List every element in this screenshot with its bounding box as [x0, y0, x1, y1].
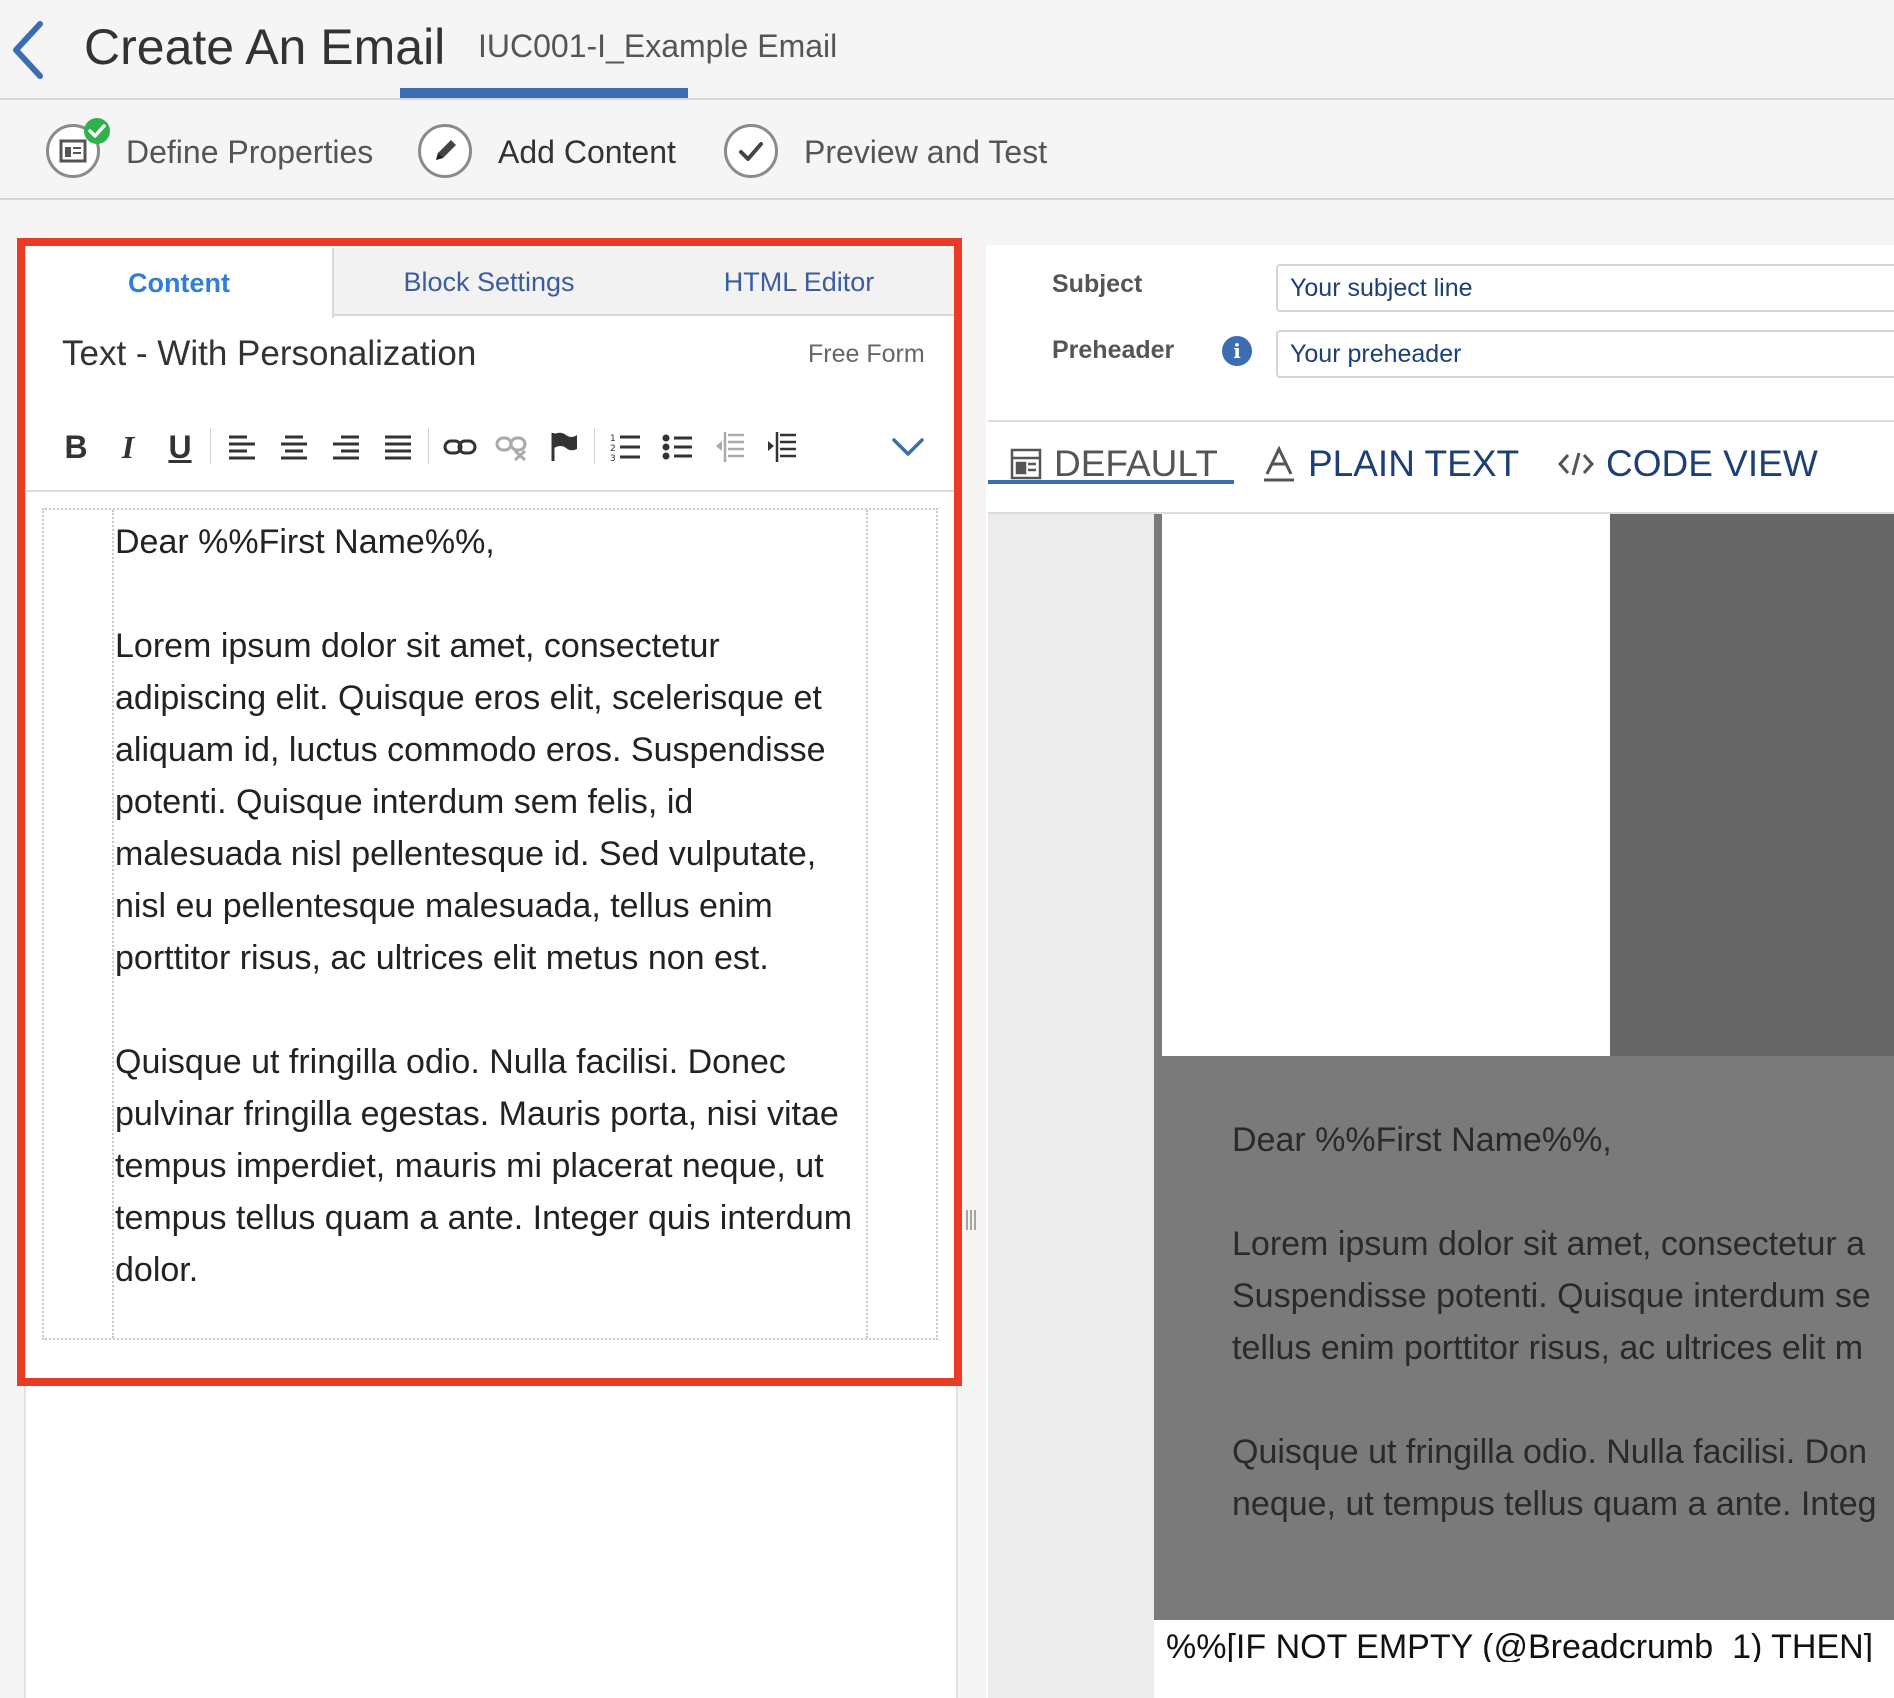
increase-indent-button[interactable] — [760, 422, 804, 472]
svg-text:1: 1 — [610, 434, 616, 444]
tab-plain-text[interactable]: PLAIN TEXT — [1262, 428, 1519, 500]
preview-dark-block — [1610, 514, 1894, 1062]
panel-resize-handle[interactable] — [964, 1208, 978, 1232]
back-arrow-icon[interactable] — [4, 18, 54, 82]
chevron-down-icon — [892, 438, 924, 456]
editor-greeting: Dear %%First Name%%, — [115, 523, 495, 561]
svg-text:2: 2 — [610, 444, 616, 454]
active-step-indicator — [400, 88, 688, 98]
view-mode-tabs: DEFAULT PLAIN TEXT CODE VIEW — [988, 420, 1894, 514]
wizard-steps: Define Properties Add Content Preview an… — [0, 100, 1894, 200]
toolbar-divider — [210, 428, 211, 464]
preheader-input[interactable]: Your preheader — [1276, 330, 1894, 378]
preview-line: Lorem ipsum dolor sit amet, consectetur … — [1232, 1225, 1866, 1263]
rich-text-toolbar: B I U 123 — [26, 408, 954, 492]
page-title: Create An Email — [84, 19, 446, 75]
step-label: Add Content — [498, 134, 676, 170]
toolbar-divider — [428, 428, 429, 464]
tab-default[interactable]: DEFAULT — [1010, 428, 1218, 500]
subject-label: Subject — [1052, 270, 1143, 298]
editor-paragraph: Lorem ipsum dolor sit amet, consectetur … — [115, 627, 826, 977]
anchor-button[interactable] — [542, 422, 586, 472]
tab-block-settings[interactable]: Block Settings — [334, 248, 644, 316]
bulleted-list-button[interactable] — [656, 422, 700, 472]
layout-icon — [1010, 448, 1042, 480]
flag-icon — [551, 432, 577, 461]
toolbar-divider — [594, 428, 595, 464]
block-type-label: Free Form — [808, 340, 925, 368]
step-label: Preview and Test — [804, 134, 1048, 170]
insert-link-button[interactable] — [438, 422, 482, 472]
bold-button[interactable]: B — [54, 422, 98, 472]
link-icon — [443, 439, 477, 455]
editor-paragraph: Quisque ut fringilla odio. Nulla facilis… — [115, 1043, 853, 1289]
tab-content[interactable]: Content — [26, 248, 334, 318]
text-editor-area[interactable]: Dear %%First Name%%, Lorem ipsum dolor s… — [115, 516, 865, 1348]
svg-text:3: 3 — [610, 454, 616, 462]
unlink-icon — [495, 436, 527, 461]
align-right-icon — [333, 435, 359, 460]
numbered-list-button[interactable]: 123 — [604, 422, 648, 472]
preview-line: Suspendisse potenti. Quisque interdum se — [1232, 1277, 1871, 1315]
align-left-icon — [229, 435, 255, 460]
justify-icon — [385, 435, 411, 460]
align-center-button[interactable] — [272, 422, 316, 472]
active-view-indicator — [988, 480, 1234, 484]
editor-tabs: Content Block Settings HTML Editor — [26, 248, 954, 318]
justify-button[interactable] — [376, 422, 420, 472]
step-add-content[interactable]: Add Content — [418, 100, 698, 200]
info-icon[interactable]: i — [1222, 336, 1252, 366]
remove-link-button[interactable] — [490, 422, 534, 472]
pencil-icon — [418, 124, 472, 178]
preview-text: Dear %%First Name%%, Lorem ipsum dolor s… — [1232, 1114, 1894, 1530]
preheader-label: Preheader — [1052, 336, 1175, 364]
preview-line: tellus enim porttitor risus, ac ultrices… — [1232, 1329, 1864, 1367]
align-right-button[interactable] — [324, 422, 368, 472]
preview-image-placeholder — [1162, 514, 1610, 1056]
step-define-properties[interactable]: Define Properties — [46, 100, 376, 200]
text-a-icon — [1264, 446, 1294, 482]
bulleted-list-icon — [662, 434, 692, 460]
preview-greeting: Dear %%First Name%%, — [1232, 1121, 1612, 1159]
indent-icon — [768, 432, 796, 462]
align-left-button[interactable] — [220, 422, 264, 472]
step-label: Define Properties — [126, 134, 374, 170]
preview-line: Quisque ut fringilla odio. Nulla facilis… — [1232, 1433, 1867, 1471]
preview-line: neque, ut tempus tellus quam a ante. Int… — [1232, 1485, 1877, 1523]
code-icon — [1558, 452, 1594, 476]
tab-code-view[interactable]: CODE VIEW — [1558, 428, 1818, 500]
decrease-indent-button[interactable] — [708, 422, 752, 472]
block-title: Text - With Personalization — [62, 334, 477, 373]
tab-html-editor[interactable]: HTML Editor — [644, 248, 954, 316]
ampscript-code-line: %%[IF NOT EMPTY (@Breadcrumb_1) THEN] — [1166, 1628, 1874, 1662]
align-center-icon — [281, 435, 307, 460]
underline-button[interactable]: U — [158, 422, 202, 472]
checkmark-icon — [724, 124, 778, 178]
email-asset-name: IUC001-I_Example Email — [478, 28, 838, 64]
numbered-list-icon: 123 — [610, 434, 640, 462]
subject-input[interactable]: Your subject line — [1276, 264, 1894, 312]
italic-button[interactable]: I — [106, 422, 150, 472]
completed-check-icon — [84, 118, 110, 144]
step-preview-and-test[interactable]: Preview and Test — [724, 100, 1064, 200]
expand-toolbar-button[interactable] — [886, 422, 930, 472]
outdent-icon — [716, 432, 744, 462]
